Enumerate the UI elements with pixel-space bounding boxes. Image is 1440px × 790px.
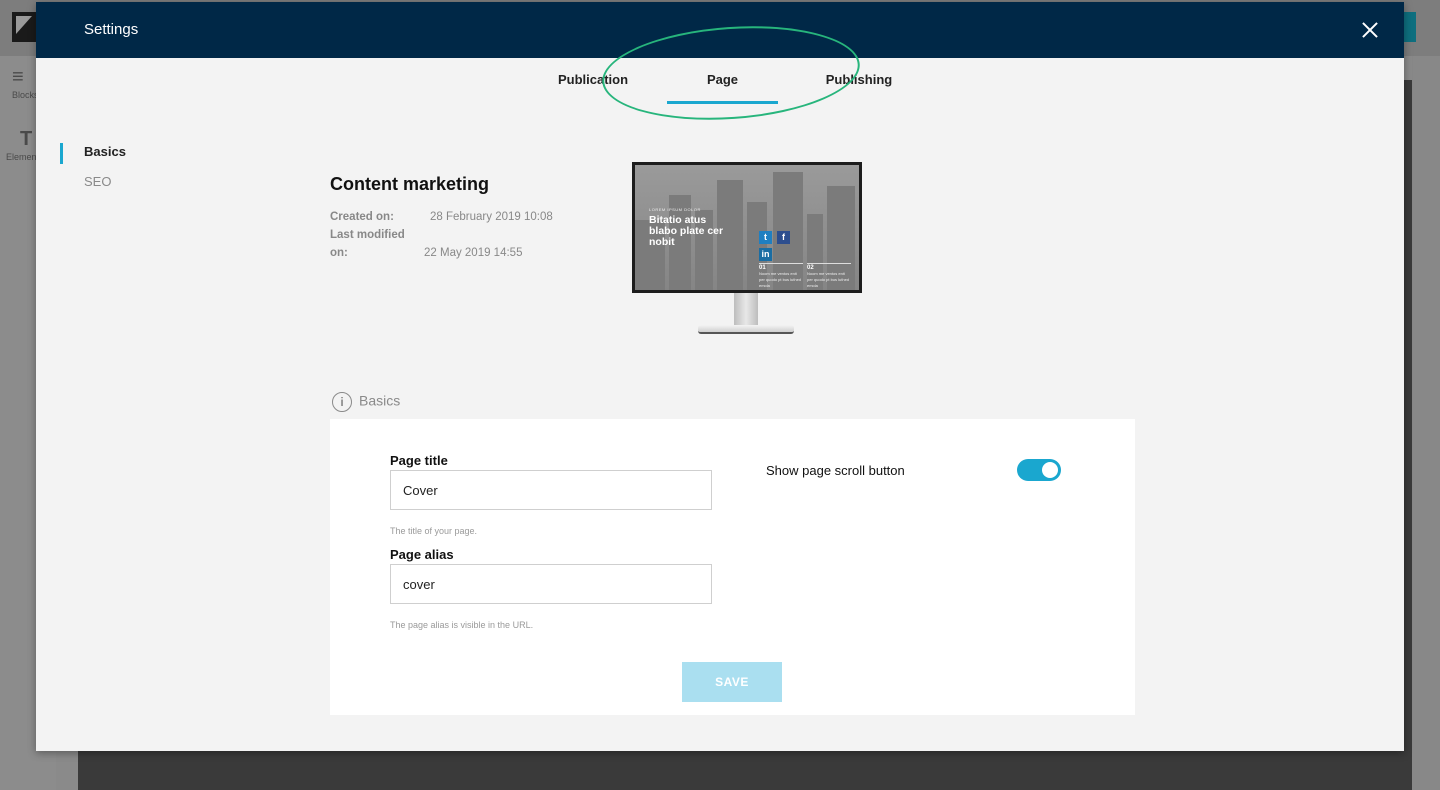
monitor-base	[698, 325, 794, 334]
created-label: Created on:	[330, 211, 394, 223]
page-title: Content marketing	[330, 174, 490, 194]
app-logo	[12, 12, 38, 42]
page-alias-input[interactable]	[390, 564, 712, 604]
basics-section-heading: i Basics	[332, 392, 400, 412]
modified-label: Last modified on:	[330, 229, 405, 259]
save-button[interactable]: SAVE	[682, 662, 782, 702]
modal-title: Settings	[84, 21, 139, 38]
preview-column-text: Noom me ventos enit per quodo pt bus lut…	[759, 271, 802, 288]
scroll-button-label: Show page scroll button	[766, 463, 905, 478]
scroll-button-toggle[interactable]	[1017, 459, 1061, 481]
preview-thumbnail: LOREM IPSUM DOLOR Bitatio atus blabo pla…	[635, 165, 859, 290]
monitor-stand	[734, 293, 758, 327]
preview-kicker: LOREM IPSUM DOLOR	[649, 207, 701, 212]
elements-tool[interactable]: T Elements	[6, 128, 44, 162]
created-value: 28 February 2019 10:08	[430, 211, 553, 223]
preview-column: 02 Noom me ventos enit per quodo pt bus …	[807, 263, 851, 289]
page-alias-label: Page alias	[390, 547, 454, 562]
info-icon: i	[332, 392, 352, 412]
blocks-label: Blocks	[12, 90, 39, 100]
sidebar-item-basics[interactable]: Basics	[60, 143, 126, 166]
preview-column: 01 Noom me ventos enit per quodo pt bus …	[759, 263, 803, 289]
close-icon[interactable]	[1358, 18, 1382, 42]
page-title-label: Page title	[390, 453, 448, 468]
monitor-screen: LOREM IPSUM DOLOR Bitatio atus blabo pla…	[632, 162, 862, 293]
facebook-icon: f	[777, 231, 790, 244]
settings-sidebar: Basics SEO	[60, 143, 126, 204]
basics-form: Page title The title of your page. Page …	[330, 419, 1135, 715]
preview-headline: Bitatio atus blabo plate cer nobit	[649, 214, 724, 248]
preview-column-text: Noom me ventos enit per quodo pt bus lut…	[807, 271, 850, 288]
text-icon: T	[20, 128, 33, 150]
modified-value: 22 May 2019 14:55	[424, 247, 523, 259]
settings-modal: Settings Publication Page Publishing Bas…	[36, 2, 1404, 751]
page-title-hint: The title of your page.	[390, 526, 478, 536]
page-meta: Created on: 28 February 2019 10:08 Last m…	[330, 208, 553, 262]
page-title-input[interactable]	[390, 470, 712, 510]
linkedin-icon: in	[759, 248, 772, 261]
twitter-icon: t	[759, 231, 772, 244]
page-alias-hint: The page alias is visible in the URL.	[390, 620, 534, 630]
app-right-panel	[1412, 56, 1440, 790]
page-preview-monitor: LOREM IPSUM DOLOR Bitatio atus blabo pla…	[632, 162, 862, 336]
sidebar-item-seo[interactable]: SEO	[60, 174, 126, 196]
basics-section-label: Basics	[359, 392, 401, 409]
